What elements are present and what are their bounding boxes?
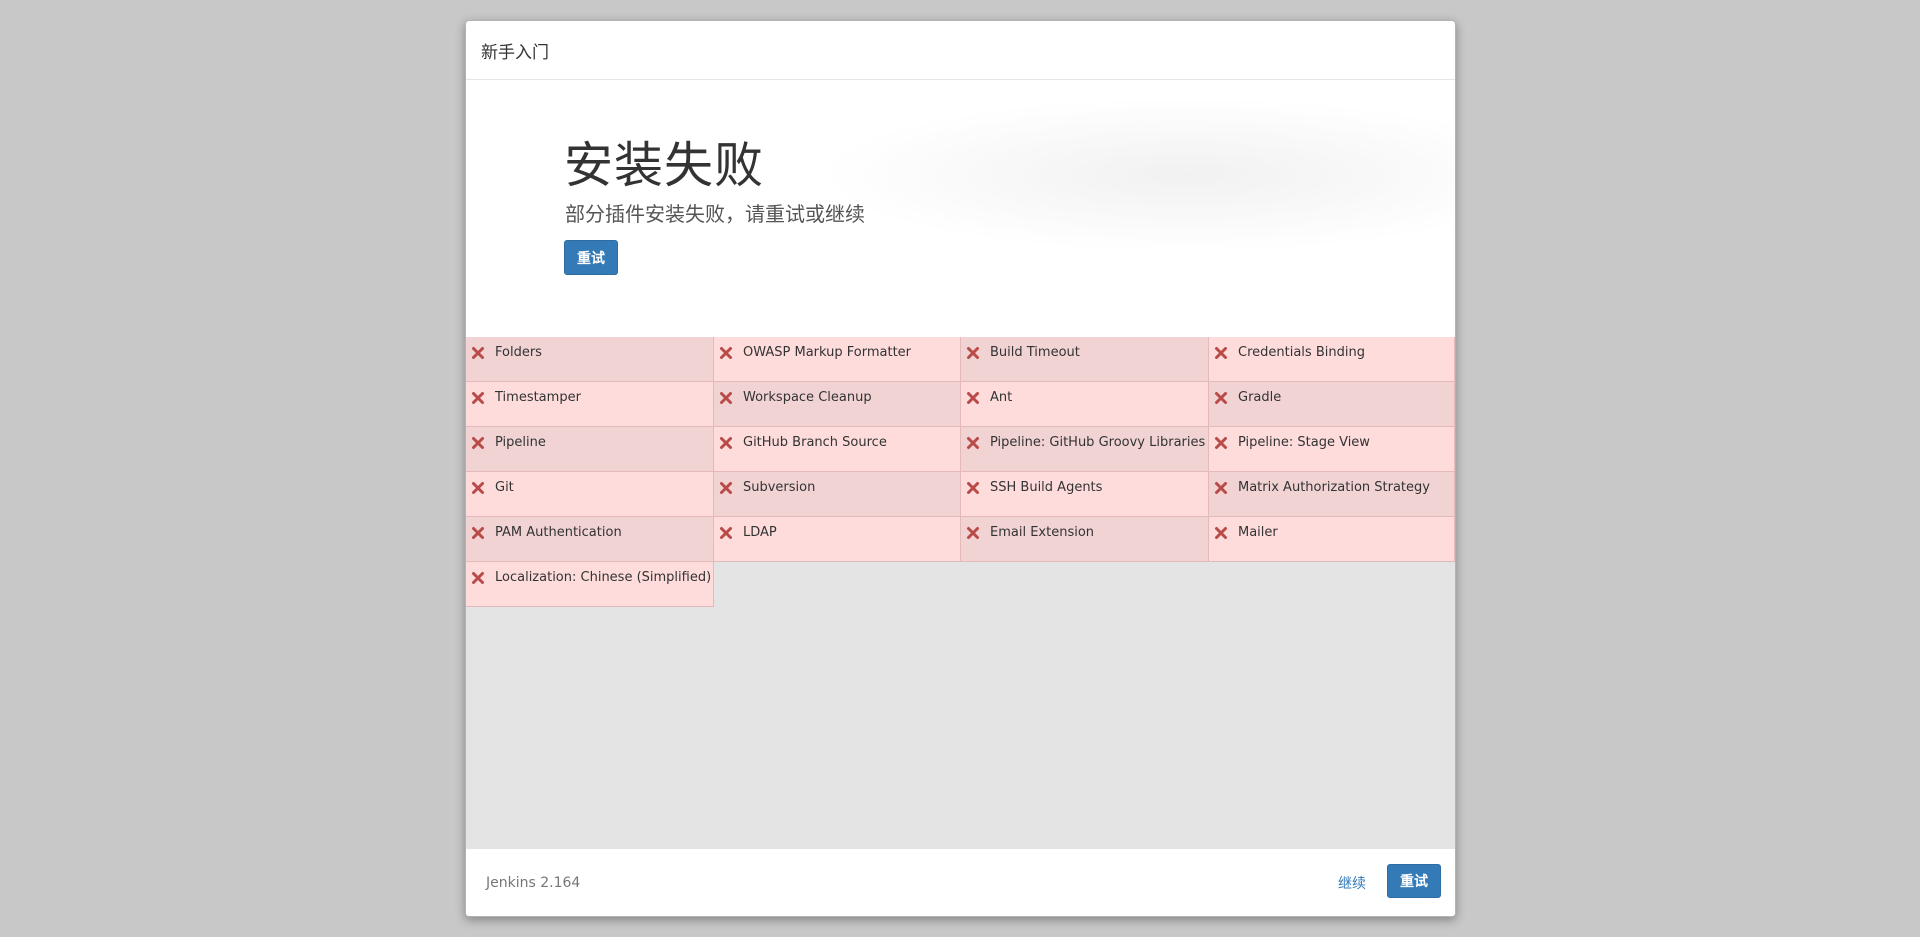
plugin-name: Credentials Binding <box>1238 345 1365 360</box>
plugin-name: Workspace Cleanup <box>743 390 872 405</box>
plugin-item: Folders <box>466 337 714 382</box>
plugin-item: Ant <box>961 382 1209 427</box>
plugin-name: Ant <box>990 390 1013 405</box>
plugin-name: GitHub Branch Source <box>743 435 887 450</box>
page-title: 安装失败 <box>564 137 765 194</box>
plugin-item: Git <box>466 472 714 517</box>
plugin-name: Email Extension <box>990 525 1095 540</box>
plugin-item: OWASP Markup Formatter <box>714 337 961 382</box>
plugin-name: Subversion <box>743 480 816 495</box>
close-icon <box>1215 527 1227 539</box>
plugin-item: Workspace Cleanup <box>714 382 961 427</box>
dialog-title: 新手入门 <box>481 42 549 63</box>
setup-wizard-dialog: 新手入门 安装失败 部分插件安装失败，请重试或继续 重试 Folders OWAS… <box>465 20 1456 917</box>
plugin-item: Mailer <box>1209 517 1455 562</box>
plugin-item: Pipeline: Stage View <box>1209 427 1455 472</box>
close-icon <box>720 347 732 359</box>
plugin-item: Pipeline <box>466 427 714 472</box>
close-icon <box>472 347 484 359</box>
close-icon <box>720 437 732 449</box>
footer-retry-button[interactable]: 重试 <box>1387 864 1441 898</box>
close-icon <box>472 437 484 449</box>
close-icon <box>967 527 979 539</box>
close-icon <box>472 572 484 584</box>
plugin-name: Localization: Chinese (Simplified) <box>495 570 712 585</box>
plugin-name: PAM Authentication <box>495 525 622 540</box>
plugin-item: Timestamper <box>466 382 714 427</box>
continue-link[interactable]: 继续 <box>1338 873 1366 893</box>
close-icon <box>720 392 732 404</box>
close-icon <box>967 392 979 404</box>
plugin-item: Credentials Binding <box>1209 337 1455 382</box>
plugin-name: Build Timeout <box>990 345 1080 360</box>
plugin-name: SSH Build Agents <box>990 480 1103 495</box>
close-icon <box>720 482 732 494</box>
plugin-name: Matrix Authorization Strategy <box>1238 480 1430 495</box>
close-icon <box>1215 482 1227 494</box>
plugin-name: Folders <box>495 345 542 360</box>
plugin-name: Gradle <box>1238 390 1282 405</box>
plugin-item: Localization: Chinese (Simplified) <box>466 562 714 607</box>
hero-section: 安装失败 部分插件安装失败，请重试或继续 重试 <box>466 80 1455 336</box>
plugin-item: Gradle <box>1209 382 1455 427</box>
plugin-name: OWASP Markup Formatter <box>743 345 912 360</box>
retry-button[interactable]: 重试 <box>564 240 618 275</box>
close-icon <box>472 392 484 404</box>
plugin-name: Timestamper <box>495 390 581 405</box>
plugin-item: Matrix Authorization Strategy <box>1209 472 1455 517</box>
close-icon <box>967 347 979 359</box>
close-icon <box>1215 347 1227 359</box>
plugin-item: Build Timeout <box>961 337 1209 382</box>
plugin-name: Mailer <box>1238 525 1278 540</box>
plugin-grid: Folders OWASP Markup Formatter Build Timeo… <box>466 337 1455 607</box>
page-subtitle: 部分插件安装失败，请重试或继续 <box>565 202 865 226</box>
jenkins-version: Jenkins 2.164 <box>486 874 581 891</box>
plugin-item: LDAP <box>714 517 961 562</box>
close-icon <box>1215 392 1227 404</box>
dialog-header: 新手入门 <box>466 21 1455 80</box>
close-icon <box>967 482 979 494</box>
plugin-item: SSH Build Agents <box>961 472 1209 517</box>
dialog-footer: Jenkins 2.164 继续 重试 <box>466 849 1455 916</box>
plugin-name: Pipeline <box>495 435 546 450</box>
plugin-name: Git <box>495 480 514 495</box>
plugin-name: Pipeline: GitHub Groovy Libraries <box>990 435 1206 450</box>
close-icon <box>472 482 484 494</box>
plugin-item: Email Extension <box>961 517 1209 562</box>
plugin-item: Subversion <box>714 472 961 517</box>
plugin-item: Pipeline: GitHub Groovy Libraries <box>961 427 1209 472</box>
plugin-list-panel: Folders OWASP Markup Formatter Build Timeo… <box>466 337 1455 870</box>
plugin-item: GitHub Branch Source <box>714 427 961 472</box>
close-icon <box>1215 437 1227 449</box>
plugin-name: Pipeline: Stage View <box>1238 435 1370 450</box>
close-icon <box>472 527 484 539</box>
plugin-item: PAM Authentication <box>466 517 714 562</box>
close-icon <box>720 527 732 539</box>
close-icon <box>967 437 979 449</box>
plugin-name: LDAP <box>743 525 777 540</box>
